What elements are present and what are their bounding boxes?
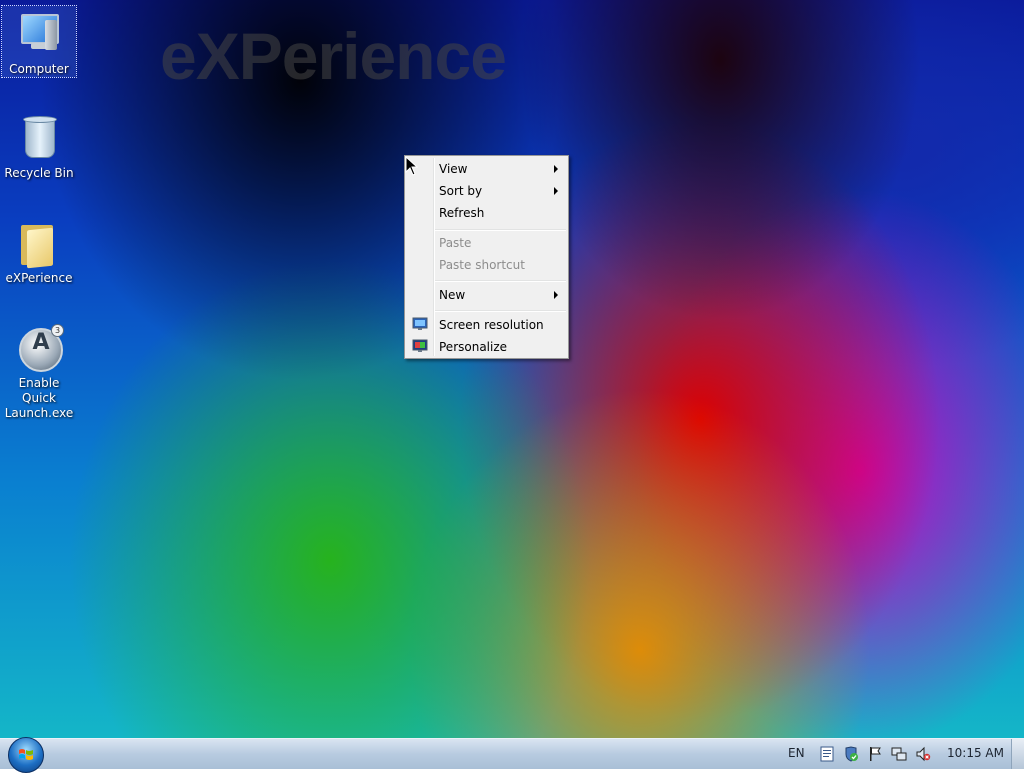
show-desktop-button[interactable] (1011, 739, 1024, 769)
menu-item-label: View (439, 162, 468, 176)
menu-item-label: New (439, 288, 466, 302)
menu-item-label: Sort by (439, 184, 483, 198)
desktop-context-menu: View Sort by Refresh Paste Paste shortcu… (404, 155, 569, 359)
menu-separator (435, 229, 566, 231)
submenu-arrow-icon (554, 187, 558, 195)
desktop-icon-label: Recycle Bin (4, 166, 74, 180)
tray-notes-icon[interactable] (819, 746, 835, 762)
menu-separator (435, 310, 566, 312)
screen-resolution-icon (412, 317, 428, 330)
recycle-bin-icon (15, 114, 63, 162)
menu-item-label: Refresh (439, 206, 485, 220)
computer-icon (15, 10, 63, 58)
taskbar-clock[interactable]: 10:15 AM (947, 746, 1004, 760)
windows-logo-icon (19, 749, 33, 760)
menu-item-sort-by[interactable]: Sort by (407, 180, 566, 202)
security-shield-icon[interactable] (843, 746, 859, 762)
menu-item-paste[interactable]: Paste (407, 232, 566, 254)
personalize-icon (412, 339, 428, 352)
mouse-pointer-icon (405, 156, 419, 176)
wallpaper-watermark: eXPerience (160, 19, 507, 93)
menu-item-label: Screen resolution (439, 318, 544, 332)
desktop[interactable]: eXPerience Computer Recycle Bin eXPerien… (0, 0, 1024, 738)
menu-separator (435, 280, 566, 282)
submenu-arrow-icon (554, 291, 558, 299)
menu-item-label: Personalize (439, 340, 508, 354)
language-indicator[interactable]: EN (788, 746, 805, 760)
network-icon[interactable] (891, 746, 907, 762)
volume-muted-icon[interactable] (915, 746, 931, 762)
folder-icon (15, 219, 63, 269)
desktop-icon-label: Enable Quick Launch.exe (4, 376, 74, 420)
menu-item-view[interactable]: View (407, 158, 566, 180)
menu-item-label: Paste shortcut (439, 258, 525, 272)
menu-item-label: Paste (439, 236, 472, 250)
menu-item-refresh[interactable]: Refresh (407, 202, 566, 224)
desktop-icon-enable-quick-launch[interactable]: A3 Enable Quick Launch.exe (2, 320, 76, 421)
desktop-icon-recycle-bin[interactable]: Recycle Bin (2, 110, 76, 181)
menu-item-screen-resolution[interactable]: Screen resolution (407, 314, 566, 336)
menu-item-personalize[interactable]: Personalize (407, 336, 566, 358)
quick-launch-icon: A3 (15, 324, 64, 372)
menu-item-paste-shortcut[interactable]: Paste shortcut (407, 254, 566, 276)
desktop-icon-label: eXPerience (5, 271, 73, 285)
taskbar: EN 10:15 AM (0, 737, 1024, 773)
desktop-icon-computer[interactable]: Computer (1, 5, 77, 78)
desktop-icon-experience-folder[interactable]: eXPerience (2, 215, 76, 286)
desktop-icon-label: Computer (9, 62, 69, 76)
submenu-arrow-icon (554, 165, 558, 173)
menu-item-new[interactable]: New (407, 284, 566, 306)
action-center-flag-icon[interactable] (867, 746, 883, 762)
